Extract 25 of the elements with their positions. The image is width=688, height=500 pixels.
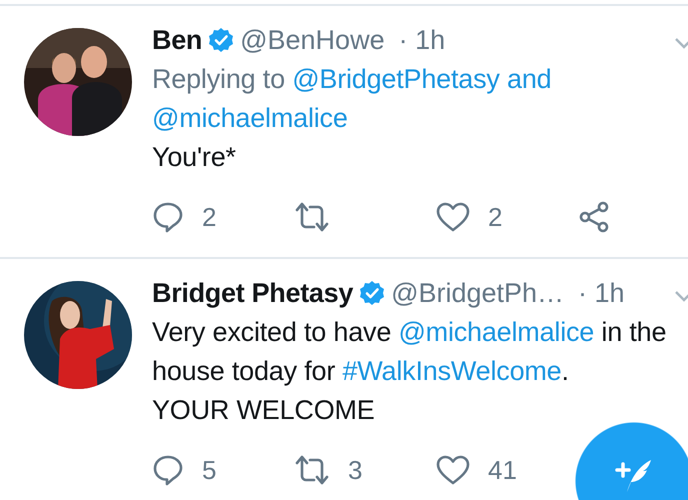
author-name: Ben [152, 24, 202, 56]
author-name: Bridget Phetasy [152, 278, 354, 308]
link[interactable]: #WalkInsWelcome [342, 356, 562, 386]
reply-count: 2 [202, 202, 216, 232]
tweet-text: Very excited to have @michaelmalice in the house today for #WalkInsWelcome. YOUR WELCOME [152, 316, 668, 427]
tweet-time: · 1h [398, 24, 446, 56]
like-count: 2 [488, 202, 502, 232]
retweet-count: 3 [348, 454, 362, 486]
reply-count: 5 [202, 454, 216, 486]
reply-icon[interactable] [152, 454, 184, 486]
share-icon[interactable] [578, 201, 610, 233]
user-handle[interactable]: @BenHowe [240, 24, 385, 56]
heart-icon[interactable] [436, 201, 470, 233]
user-handle[interactable]: @BridgetPh… [391, 278, 564, 308]
link[interactable]: @BridgetPhetasy [292, 64, 500, 94]
retweet-icon[interactable] [294, 454, 330, 486]
retweet-icon[interactable] [294, 201, 330, 233]
tweet-text: You're* [152, 141, 237, 174]
reply-icon[interactable] [152, 201, 184, 233]
link[interactable]: @michaelmalice [152, 103, 348, 133]
reply-context: Replying to @BridgetPhetasy and @michaelmalice [152, 63, 552, 135]
link[interactable]: @michaelmalice [398, 317, 594, 347]
tweet-time: · 1h [578, 278, 625, 308]
like-count: 41 [488, 454, 517, 486]
heart-icon[interactable] [436, 454, 470, 486]
